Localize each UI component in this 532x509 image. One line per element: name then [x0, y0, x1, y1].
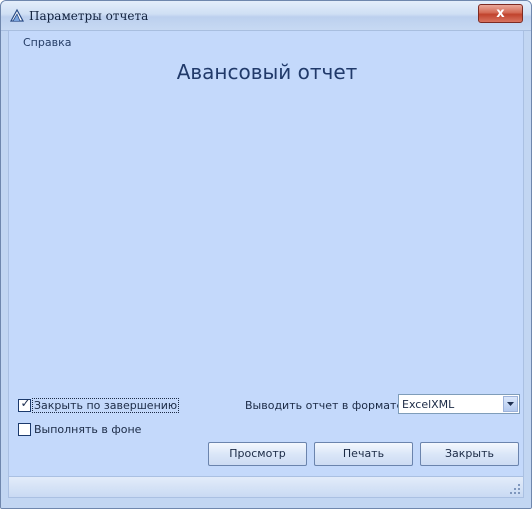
output-format-label: Выводить отчет в формате	[245, 399, 404, 412]
status-bar	[8, 476, 524, 498]
menu-help[interactable]: Справка	[23, 36, 71, 49]
chevron-down-icon	[507, 402, 514, 406]
close-on-finish-option[interactable]: ✓ Закрыть по завершению	[18, 396, 180, 413]
output-format-select[interactable]: ExcelXML	[398, 394, 520, 414]
close-icon: x	[496, 6, 505, 21]
report-parameters-window: Параметры отчета x Справка Авансовый отч…	[0, 0, 532, 509]
title-bar[interactable]: Параметры отчета x	[1, 1, 531, 31]
close-on-finish-label: Закрыть по завершению	[31, 398, 180, 413]
app-icon	[9, 8, 25, 22]
window-title: Параметры отчета	[29, 9, 149, 23]
window-close-button[interactable]: x	[478, 4, 523, 23]
preview-button[interactable]: Просмотр	[208, 442, 307, 466]
client-area: Справка Авансовый отчет ✓ Закрыть по зав…	[8, 31, 524, 476]
run-in-background-checkbox[interactable]	[18, 423, 31, 436]
window-bottom-border	[1, 498, 531, 508]
resize-grip-icon[interactable]	[509, 483, 521, 495]
close-on-finish-checkbox[interactable]: ✓	[18, 396, 31, 412]
report-title: Авансовый отчет	[176, 60, 358, 84]
close-button[interactable]: Закрыть	[420, 442, 519, 466]
output-format-value: ExcelXML	[402, 398, 455, 411]
run-in-background-label: Выполнять в фоне	[34, 423, 142, 436]
run-in-background-option[interactable]: Выполнять в фоне	[18, 423, 142, 436]
checkmark-icon: ✓	[20, 396, 31, 410]
print-button[interactable]: Печать	[314, 442, 413, 466]
dropdown-button[interactable]	[503, 396, 518, 412]
